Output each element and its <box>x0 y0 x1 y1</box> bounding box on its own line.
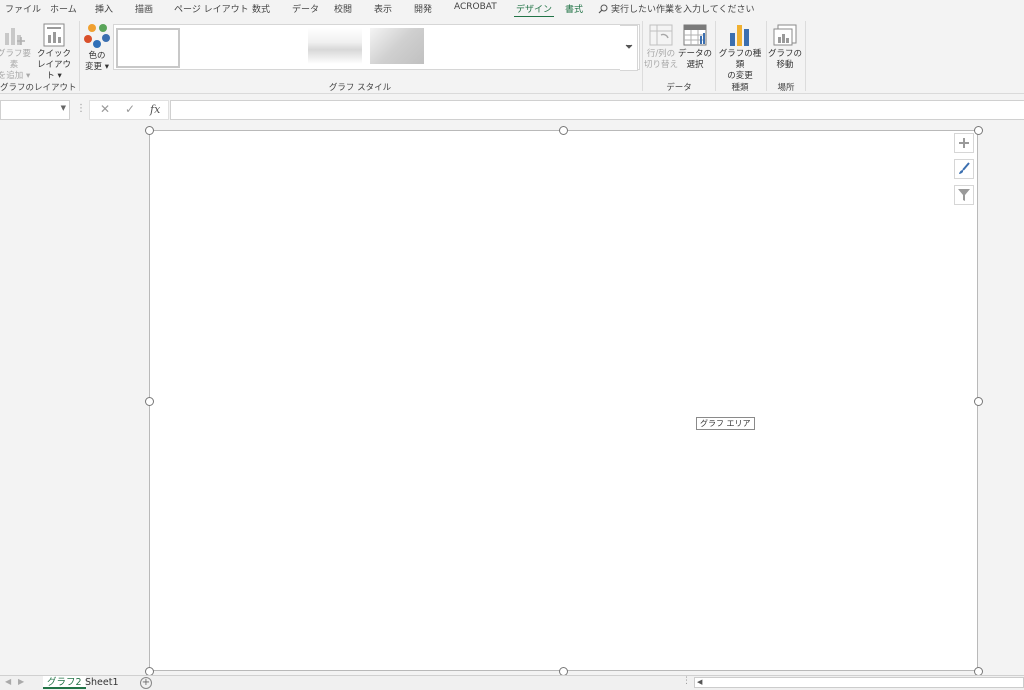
name-box[interactable]: ▼ <box>0 100 70 120</box>
group-label-styles: グラフ スタイル <box>328 83 392 93</box>
gallery-more-button[interactable] <box>620 25 638 71</box>
chart-style-6[interactable] <box>432 28 486 64</box>
resize-handle-top-left[interactable] <box>145 126 154 135</box>
ribbon: グラフ要素 を追加 ▾ クイック レイアウト ▾ グラフのレイアウト 色の 変更… <box>0 17 1024 94</box>
tab-file[interactable]: ファイル <box>5 2 41 15</box>
switch-row-column-label2: 切り替え <box>644 60 679 70</box>
tab-data[interactable]: データ <box>292 2 319 15</box>
tab-formulas[interactable]: 数式 <box>252 2 270 15</box>
move-chart-icon <box>773 24 797 46</box>
name-box-dropdown-icon[interactable]: ▼ <box>61 104 66 112</box>
sheet-tab-graph2[interactable]: グラフ2 <box>43 676 86 689</box>
group-label-layout: グラフのレイアウト <box>0 83 77 93</box>
change-colors-label2: 変更 ▾ <box>85 62 109 72</box>
filter-icon <box>958 189 970 201</box>
chart-style-8[interactable] <box>550 28 604 64</box>
tab-draw[interactable]: 描画 <box>135 2 153 15</box>
chart-style-5[interactable] <box>370 28 424 64</box>
tell-me-search[interactable]: 実行したい作業を入力してください <box>598 2 754 15</box>
tab-insert[interactable]: 挿入 <box>95 2 113 15</box>
sheet-tab-sheet1[interactable]: Sheet1 <box>81 676 123 689</box>
move-chart-button[interactable]: グラフの 移動 <box>768 23 802 71</box>
group-label-type: 種類 <box>731 83 749 93</box>
chart-area[interactable] <box>149 130 978 671</box>
change-colors-label1: 色の <box>88 51 106 61</box>
move-chart-label2: 移動 <box>776 60 794 70</box>
chart-filters-button[interactable] <box>954 185 974 205</box>
chart-style-3[interactable] <box>246 28 304 64</box>
quick-layout-button[interactable]: クイック レイアウト ▾ <box>34 23 74 82</box>
tab-acrobat[interactable]: ACROBAT <box>454 2 497 12</box>
plus-icon <box>959 138 969 148</box>
chart-styles-gallery[interactable] <box>113 24 640 70</box>
resize-handle-top-right[interactable] <box>974 126 983 135</box>
formula-input[interactable] <box>170 100 1024 120</box>
chart-area-tooltip: グラフ エリア <box>696 417 755 430</box>
tab-review[interactable]: 校閲 <box>334 2 352 15</box>
tell-me-text: 実行したい作業を入力してください <box>611 5 755 15</box>
tab-home[interactable]: ホーム <box>50 2 77 15</box>
tab-view[interactable]: 表示 <box>374 2 392 15</box>
quick-layout-label1: クイック <box>36 49 71 59</box>
switch-row-column-button[interactable]: 行/列の 切り替え <box>644 23 678 71</box>
scroll-right-arrow-icon[interactable]: ▶ <box>18 677 24 686</box>
resize-handle-left[interactable] <box>145 397 154 406</box>
resize-handle-top[interactable] <box>559 126 568 135</box>
tab-developer[interactable]: 開発 <box>414 2 432 15</box>
formula-buttons: ✕ ✓ fx <box>89 100 169 120</box>
select-data-label2: 選択 <box>686 60 704 70</box>
chart-sheet: グラフ エリア <box>0 121 1024 676</box>
chart-style-1[interactable] <box>116 28 180 68</box>
chart-element-icon <box>5 28 25 45</box>
add-chart-element-button[interactable]: グラフ要素 を追加 ▾ <box>0 23 32 82</box>
horizontal-scrollbar[interactable]: ◀ <box>694 677 1024 688</box>
switch-row-column-label1: 行/列の <box>646 49 676 59</box>
change-chart-type-label1: グラフの種類 <box>718 49 762 70</box>
color-palette-icon <box>84 24 110 48</box>
group-label-data: データ <box>666 83 692 93</box>
quick-layout-icon <box>43 23 65 47</box>
search-icon <box>598 4 608 14</box>
chart-type-icon <box>730 25 749 46</box>
change-colors-button[interactable]: 色の 変更 ▾ <box>82 23 112 73</box>
enter-icon[interactable]: ✓ <box>125 102 135 116</box>
group-separator <box>805 21 806 91</box>
tab-design[interactable]: デザイン <box>513 2 555 18</box>
insert-function-icon[interactable]: fx <box>150 103 160 116</box>
chevron-down-icon <box>625 44 633 49</box>
brush-icon <box>959 162 970 174</box>
chart-elements-button[interactable] <box>954 133 974 153</box>
quick-layout-label2: レイアウト ▾ <box>36 60 71 81</box>
tab-format[interactable]: 書式 <box>565 2 583 15</box>
chart-style-2[interactable] <box>184 28 242 64</box>
formula-bar: ▼ ⋮ ✕ ✓ fx <box>0 97 1024 121</box>
group-label-location: 場所 <box>777 83 795 93</box>
scrollbar-grip-icon[interactable]: ⋮ <box>682 676 691 686</box>
add-chart-element-label1: グラフ要素 <box>0 49 31 70</box>
select-data-button[interactable]: データの 選択 <box>678 23 712 71</box>
group-separator <box>642 21 643 91</box>
select-data-icon <box>683 24 707 46</box>
select-data-label1: データの <box>678 49 713 59</box>
chart-styles-button[interactable] <box>954 159 974 179</box>
scroll-left-icon[interactable]: ◀ <box>697 678 702 686</box>
scroll-left-arrow-icon[interactable]: ◀ <box>5 677 11 686</box>
move-chart-label1: グラフの <box>768 49 803 59</box>
cancel-icon[interactable]: ✕ <box>100 102 110 116</box>
chart-style-7[interactable] <box>490 28 544 64</box>
switch-row-column-icon <box>649 24 673 46</box>
add-sheet-button[interactable]: + <box>140 677 152 689</box>
sheet-tab-bar: ◀ ▶ グラフ2 Sheet1 + ⋮ ◀ <box>0 675 1024 690</box>
ribbon-tab-bar: ファイル ホーム 挿入 描画 ページ レイアウト 数式 データ 校閲 表示 開発… <box>0 0 1024 18</box>
formula-bar-grip-icon[interactable]: ⋮ <box>76 103 86 114</box>
chart-style-4[interactable] <box>308 28 362 64</box>
change-chart-type-button[interactable]: グラフの種類 の変更 <box>716 23 764 82</box>
resize-handle-right[interactable] <box>974 397 983 406</box>
tab-page-layout[interactable]: ページ レイアウト <box>174 2 249 15</box>
